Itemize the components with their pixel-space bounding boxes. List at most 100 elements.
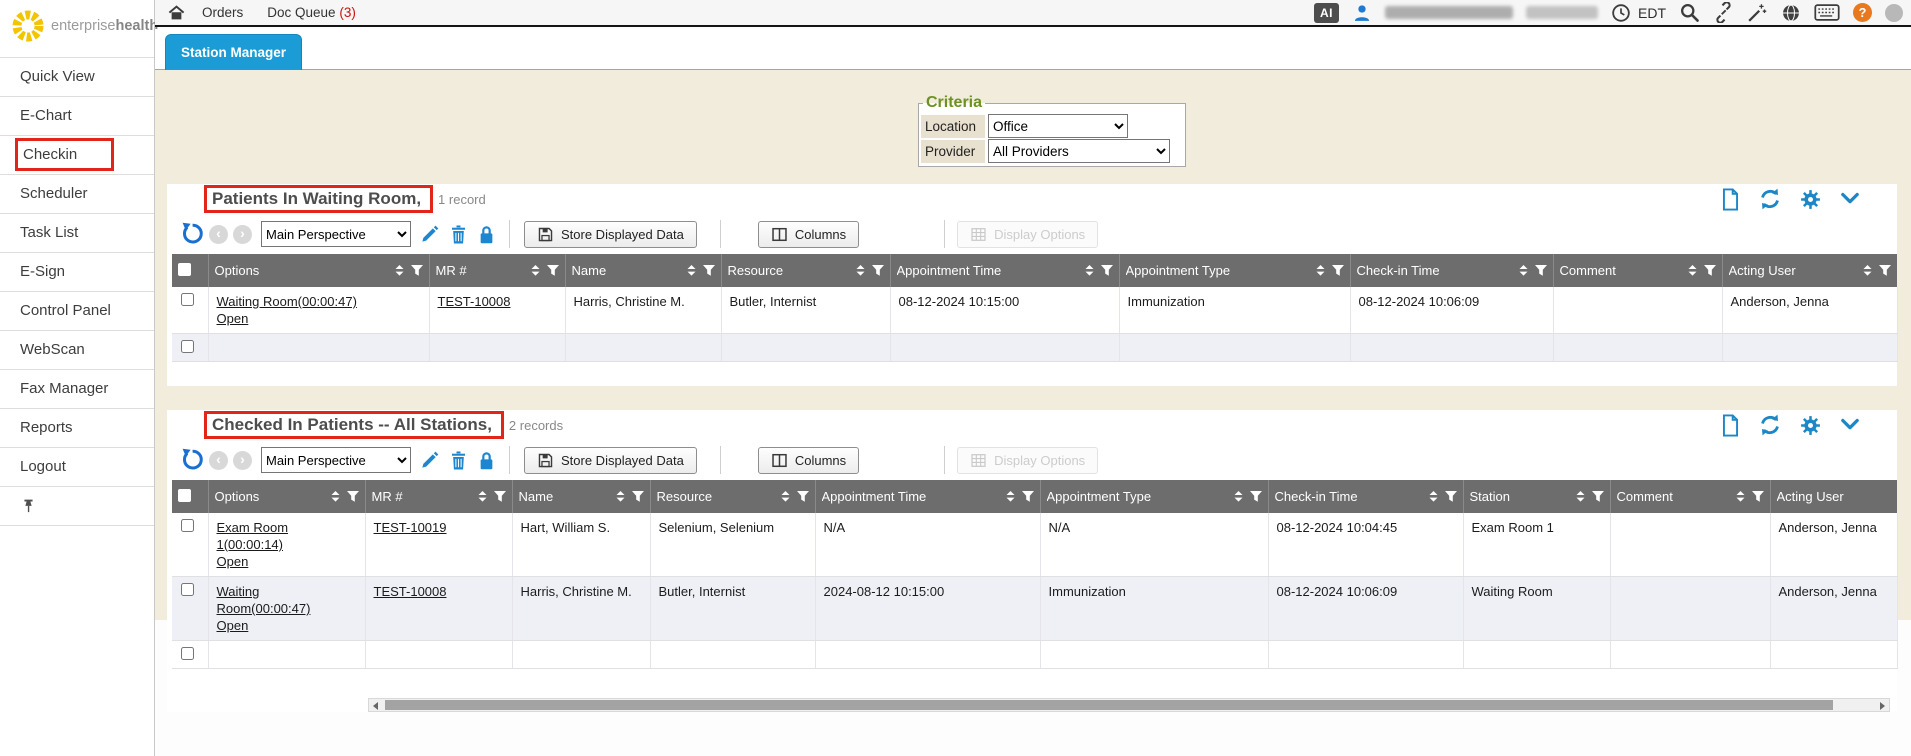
- nav-doc-queue[interactable]: Doc Queue (3): [259, 5, 364, 20]
- row-checkbox[interactable]: [181, 647, 194, 660]
- filter-funnel-icon[interactable]: [1752, 491, 1764, 502]
- filter-funnel-icon[interactable]: [1022, 491, 1034, 502]
- columns-button[interactable]: Columns: [758, 447, 859, 474]
- keyboard-icon[interactable]: [1814, 3, 1840, 22]
- sort-icon[interactable]: [395, 265, 404, 276]
- sidebar-item-scheduler[interactable]: Scheduler: [0, 175, 154, 214]
- filter-funnel-icon[interactable]: [411, 265, 423, 276]
- mr-number-link[interactable]: TEST-10019: [374, 519, 447, 536]
- sort-icon[interactable]: [1736, 491, 1745, 502]
- filter-funnel-icon[interactable]: [703, 265, 715, 276]
- lock-icon[interactable]: [477, 450, 496, 471]
- sort-icon[interactable]: [1234, 491, 1243, 502]
- filter-funnel-icon[interactable]: [547, 265, 559, 276]
- perspective-select[interactable]: Main Perspective: [261, 447, 411, 473]
- filter-funnel-icon[interactable]: [797, 491, 809, 502]
- column-header-mr[interactable]: MR #: [429, 254, 565, 287]
- scroll-right-arrow[interactable]: [1880, 702, 1885, 710]
- sidebar-item-reports[interactable]: Reports: [0, 409, 154, 448]
- edit-pencil-icon[interactable]: [420, 450, 440, 470]
- column-header-options[interactable]: Options: [208, 480, 365, 513]
- wand-icon[interactable]: [1747, 2, 1768, 23]
- column-header-resource[interactable]: Resource: [650, 480, 815, 513]
- sort-icon[interactable]: [781, 491, 790, 502]
- gear-icon[interactable]: [1799, 188, 1822, 211]
- sort-icon[interactable]: [1316, 265, 1325, 276]
- gear-icon[interactable]: [1799, 414, 1822, 437]
- globe-icon[interactable]: [1781, 3, 1801, 23]
- search-icon[interactable]: [1679, 2, 1700, 23]
- sort-icon[interactable]: [478, 491, 487, 502]
- column-header-name[interactable]: Name: [512, 480, 650, 513]
- column-header-comment[interactable]: Comment: [1610, 480, 1770, 513]
- lock-icon[interactable]: [477, 224, 496, 245]
- filter-funnel-icon[interactable]: [347, 491, 359, 502]
- delete-trash-icon[interactable]: [449, 450, 468, 471]
- nav-orders[interactable]: Orders: [194, 5, 251, 20]
- clock-icon[interactable]: [1611, 3, 1631, 23]
- delete-trash-icon[interactable]: [449, 224, 468, 245]
- horizontal-scrollbar[interactable]: [368, 698, 1890, 712]
- provider-select[interactable]: All Providers: [988, 139, 1170, 163]
- filter-funnel-icon[interactable]: [1101, 265, 1113, 276]
- filter-funnel-icon[interactable]: [1704, 265, 1716, 276]
- sidebar-item-checkin[interactable]: Checkin: [0, 136, 154, 175]
- sort-icon[interactable]: [331, 491, 340, 502]
- perspective-select[interactable]: Main Perspective: [261, 221, 411, 247]
- undo-icon[interactable]: [180, 222, 204, 246]
- sidebar-item-quick-view[interactable]: Quick View: [0, 58, 154, 97]
- previous-page-button[interactable]: ‹: [209, 451, 228, 470]
- pushpin-icon[interactable]: [21, 498, 36, 515]
- filter-funnel-icon[interactable]: [494, 491, 506, 502]
- store-displayed-data-button[interactable]: Store Displayed Data: [524, 221, 697, 248]
- column-header-acting-user[interactable]: Acting User: [1722, 254, 1897, 287]
- sidebar-item-webscan[interactable]: WebScan: [0, 331, 154, 370]
- sidebar-item-task-list[interactable]: Task List: [0, 214, 154, 253]
- row-checkbox[interactable]: [181, 293, 194, 306]
- column-header-name[interactable]: Name: [565, 254, 721, 287]
- sort-icon[interactable]: [1688, 265, 1697, 276]
- next-page-button[interactable]: ›: [233, 225, 252, 244]
- help-icon[interactable]: ?: [1853, 3, 1872, 22]
- columns-button[interactable]: Columns: [758, 221, 859, 248]
- sort-icon[interactable]: [1006, 491, 1015, 502]
- sort-icon[interactable]: [1863, 265, 1872, 276]
- refresh-icon[interactable]: [1758, 413, 1782, 437]
- row-checkbox[interactable]: [181, 340, 194, 353]
- chevron-down-icon[interactable]: [1839, 416, 1861, 434]
- station-timer-link[interactable]: Waiting Room(00:00:47): [217, 293, 357, 310]
- display-options-button[interactable]: Display Options: [957, 221, 1098, 248]
- sort-icon[interactable]: [1576, 491, 1585, 502]
- sidebar-item-e-chart[interactable]: E-Chart: [0, 97, 154, 136]
- row-checkbox[interactable]: [181, 519, 194, 532]
- filter-funnel-icon[interactable]: [1250, 491, 1262, 502]
- edit-pencil-icon[interactable]: [420, 224, 440, 244]
- column-header-checkin-time[interactable]: Check-in Time: [1268, 480, 1463, 513]
- sort-icon[interactable]: [1429, 491, 1438, 502]
- column-header-acting-user[interactable]: Acting User: [1770, 480, 1897, 513]
- column-header-appointment-type[interactable]: Appointment Type: [1040, 480, 1268, 513]
- previous-page-button[interactable]: ‹: [209, 225, 228, 244]
- avatar[interactable]: [1885, 4, 1903, 22]
- select-all-header[interactable]: [172, 480, 208, 513]
- select-all-checkbox[interactable]: [178, 263, 191, 276]
- filter-funnel-icon[interactable]: [1592, 491, 1604, 502]
- column-header-appointment-time[interactable]: Appointment Time: [890, 254, 1119, 287]
- ai-badge[interactable]: AI: [1314, 3, 1339, 23]
- tab-station-manager[interactable]: Station Manager: [165, 34, 302, 70]
- sort-icon[interactable]: [1085, 265, 1094, 276]
- filter-funnel-icon[interactable]: [1332, 265, 1344, 276]
- select-all-checkbox[interactable]: [178, 489, 191, 502]
- open-link[interactable]: Open: [217, 617, 249, 634]
- station-timer-link[interactable]: Waiting Room(00:00:47): [217, 583, 357, 617]
- open-link[interactable]: Open: [217, 553, 249, 570]
- sort-icon[interactable]: [531, 265, 540, 276]
- undo-icon[interactable]: [180, 448, 204, 472]
- open-link[interactable]: Open: [217, 310, 249, 327]
- sidebar-item-control-panel[interactable]: Control Panel: [0, 292, 154, 331]
- user-icon[interactable]: [1352, 3, 1372, 23]
- home-icon[interactable]: [167, 4, 186, 22]
- store-displayed-data-button[interactable]: Store Displayed Data: [524, 447, 697, 474]
- location-select[interactable]: Office: [988, 114, 1128, 138]
- sort-icon[interactable]: [616, 491, 625, 502]
